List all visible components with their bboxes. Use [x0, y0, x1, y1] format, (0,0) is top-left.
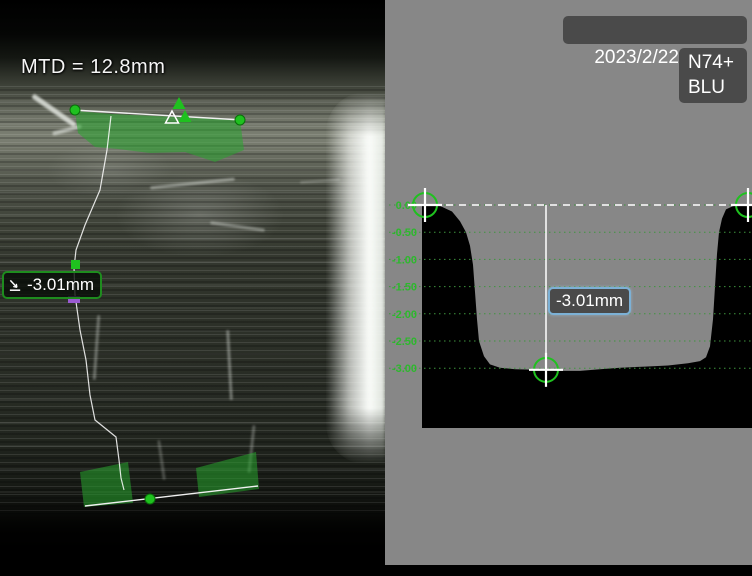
- probe-badge: N74+ BLU: [679, 48, 747, 103]
- probe-mode: BLU: [688, 75, 747, 100]
- measure-endpoint-dot[interactable]: [145, 494, 155, 504]
- profile-cut-line: [74, 116, 124, 490]
- y-axis-tick-label: -0.50: [392, 227, 417, 239]
- depth-result-tag: -3.01mm: [2, 271, 102, 299]
- annotation-layer: 0.00-0.50-1.00-1.50-2.00-2.50-3.00: [0, 0, 752, 576]
- depth-value: -3.01mm: [27, 275, 94, 295]
- chart-depth-tag: -3.01mm: [548, 287, 631, 315]
- datetime-badge: 2023/2/22 13:16: [563, 16, 747, 44]
- y-axis-tick-label: -2.50: [392, 336, 417, 348]
- chart-depth-value: -3.01mm: [556, 291, 623, 311]
- measure-endpoint-dot[interactable]: [70, 105, 80, 115]
- reference-area-patch: [80, 462, 133, 507]
- probe-model: N74+: [688, 50, 747, 75]
- mtd-readout: MTD = 12.8mm: [21, 56, 165, 79]
- active-cursor-triangle[interactable]: [173, 97, 186, 109]
- y-axis-tick-label: -1.00: [392, 254, 417, 266]
- y-axis-tick-label: -3.00: [392, 363, 417, 375]
- depth-measure-icon: [8, 278, 23, 293]
- measurement-screen: 0.00-0.50-1.00-1.50-2.00-2.50-3.00 MTD =…: [0, 0, 752, 576]
- y-axis-tick-label: -1.50: [392, 282, 417, 294]
- measure-endpoint-dot[interactable]: [235, 115, 245, 125]
- y-axis-tick-label: -2.00: [392, 309, 417, 321]
- reference-area-patch: [196, 452, 259, 497]
- depth-profile-silhouette: [422, 204, 752, 428]
- camera-measurement-annotations: [68, 97, 259, 507]
- depth-point-marker[interactable]: [71, 260, 80, 269]
